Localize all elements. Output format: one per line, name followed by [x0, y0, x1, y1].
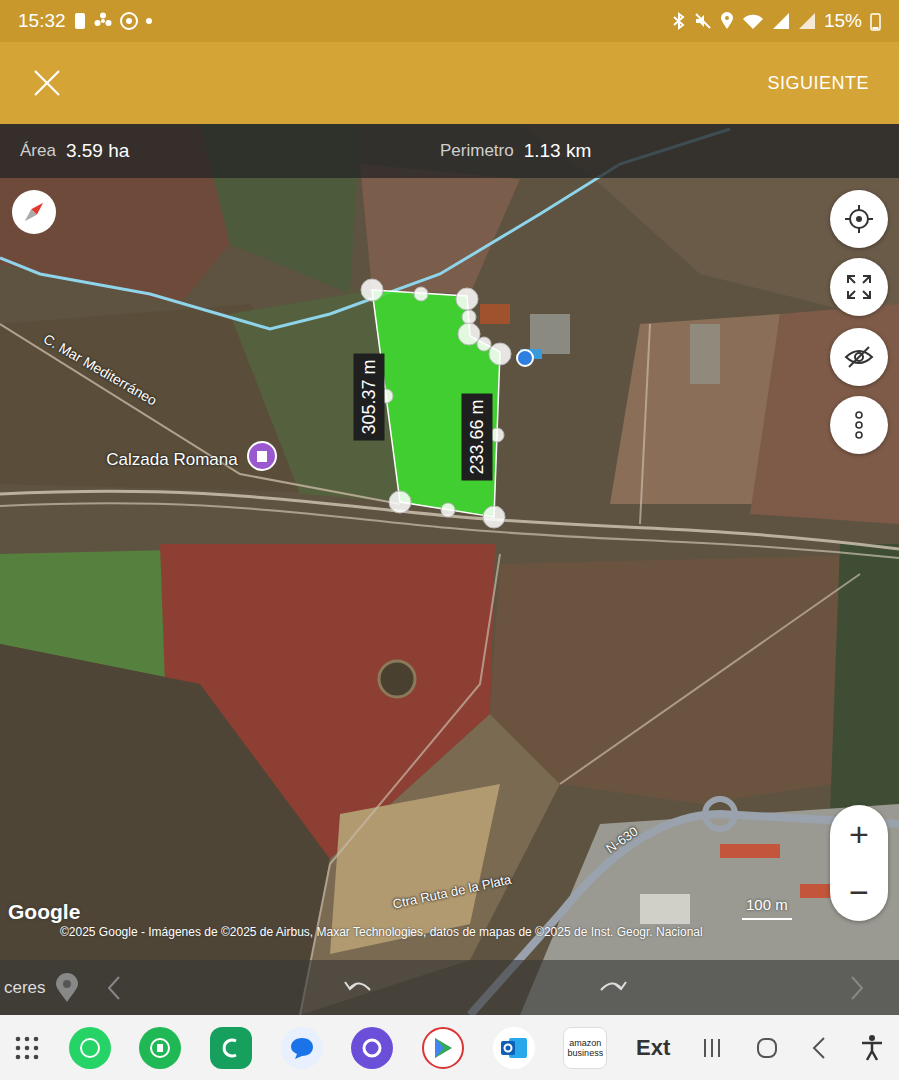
map-view[interactable]: 305.37 m233.66 mC. Mar MediterráneoCalza…: [0, 124, 899, 1015]
app-screen: 15:32 15% SIGUIENTE: [0, 0, 899, 1080]
expand-icon: [845, 273, 873, 301]
recent-apps-icon[interactable]: [699, 1035, 725, 1061]
compass-button[interactable]: [12, 190, 56, 234]
wifi-icon: [742, 12, 764, 30]
measure-strip: Área 3.59 ha Perimetro 1.13 km: [0, 124, 899, 178]
undo-icon[interactable]: [342, 976, 376, 1000]
chrome-icon: [120, 12, 138, 30]
location-icon: [720, 12, 734, 30]
scale-bar: 100 m: [742, 894, 792, 920]
measured-area[interactable]: [372, 290, 500, 517]
place-name: ceres: [4, 975, 46, 1001]
close-icon[interactable]: [32, 68, 62, 98]
navigation-bar: amazon business Ext: [0, 1015, 899, 1080]
sim-icon: [74, 12, 86, 30]
phone-app-icon[interactable]: [210, 1027, 252, 1069]
clock: 15:32: [18, 7, 66, 36]
zoom-in-button[interactable]: +: [849, 805, 869, 863]
more-button[interactable]: [830, 396, 888, 454]
play-store-icon[interactable]: [422, 1027, 464, 1069]
map-attribution: ©2025 Google - Imágenes de ©2025 de Airb…: [60, 924, 884, 940]
redo-icon[interactable]: [595, 976, 629, 1000]
home-icon[interactable]: [754, 1035, 780, 1061]
battery-level: 15%: [824, 7, 862, 36]
next-button[interactable]: SIGUIENTE: [767, 70, 869, 97]
header-bar: SIGUIENTE: [0, 42, 899, 124]
signal2-icon: [798, 12, 816, 30]
ext-app[interactable]: Ext: [636, 1031, 670, 1064]
perimeter-label: Perimetro: [440, 138, 514, 164]
amazon-business-label: amazon business: [566, 1038, 604, 1058]
google-logo: Google: [8, 896, 80, 928]
segment-length: 305.37 m: [354, 353, 385, 440]
zoom-out-button[interactable]: −: [849, 863, 869, 921]
visibility-button[interactable]: [830, 328, 888, 386]
whatsapp-icon[interactable]: [69, 1027, 111, 1069]
mute-icon: [694, 12, 712, 30]
previous-icon[interactable]: [104, 973, 124, 1003]
next-icon[interactable]: [847, 973, 867, 1003]
signal-icon: [772, 12, 790, 30]
apps-grid-icon[interactable]: [14, 1035, 40, 1061]
accessibility-icon[interactable]: [859, 1034, 885, 1062]
locate-button[interactable]: [830, 190, 888, 248]
segment-length: 233.66 m: [462, 393, 493, 480]
monument-pin-icon[interactable]: [248, 442, 276, 470]
battery-icon: [870, 12, 881, 31]
status-bar: 15:32 15%: [0, 0, 899, 42]
back-icon[interactable]: [808, 1035, 830, 1061]
perimeter-value: 1.13 km: [524, 137, 592, 166]
fit-button[interactable]: [830, 258, 888, 316]
crosshair-icon: [844, 204, 874, 234]
messages-icon[interactable]: [281, 1027, 323, 1069]
map-label: Calzada Romana: [106, 447, 237, 473]
more-icon: [853, 410, 865, 440]
area-label: Área: [20, 138, 56, 164]
dot-icon: [146, 18, 152, 24]
outlook-icon[interactable]: [493, 1027, 535, 1069]
satellite-map[interactable]: [0, 124, 899, 1015]
eye-off-icon: [844, 342, 874, 372]
browser-icon[interactable]: [351, 1027, 393, 1069]
fan-icon: [94, 12, 112, 30]
map-toolbar: ceres: [0, 960, 899, 1015]
my-location-dot: [517, 350, 533, 366]
pin-icon: [54, 973, 80, 1003]
bluetooth-icon: [672, 12, 686, 30]
amazon-business-app[interactable]: amazon business: [563, 1027, 607, 1069]
zoom-control: + −: [830, 805, 888, 921]
area-value: 3.59 ha: [66, 137, 129, 166]
compass-icon: [19, 197, 49, 227]
whatsapp-business-icon[interactable]: [139, 1027, 181, 1069]
